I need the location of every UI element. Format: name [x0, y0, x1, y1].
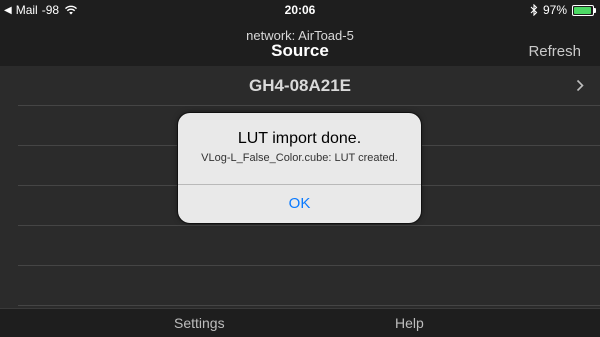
- device-label: GH4-08A21E: [248, 76, 352, 95]
- refresh-button[interactable]: Refresh: [528, 43, 581, 60]
- tab-help[interactable]: Help: [395, 315, 424, 331]
- battery-percent: 97%: [542, 3, 567, 17]
- list-item-device[interactable]: GH4-08A21E: [0, 66, 600, 106]
- status-right: 97%: [530, 3, 596, 17]
- page-title: Source: [271, 41, 329, 60]
- list-item-empty: [0, 266, 600, 306]
- status-bar: ◀ Mail -98 20:06 97%: [0, 0, 600, 20]
- bluetooth-icon: [530, 4, 538, 16]
- ok-button[interactable]: OK: [178, 185, 421, 223]
- nav-bar: network: AirToad-5 Source Refresh: [0, 20, 600, 66]
- status-time: 20:06: [284, 3, 316, 17]
- row-divider: [18, 305, 600, 306]
- chevron-right-icon: [576, 79, 584, 92]
- alert-dialog: LUT import done. VLog-L_False_Color.cube…: [178, 113, 421, 223]
- battery-icon: [572, 4, 596, 16]
- alert-title: LUT import done.: [237, 130, 362, 147]
- alert-message: VLog-L_False_Color.cube: LUT created.: [201, 152, 398, 164]
- tab-bar: Settings Help: [0, 308, 600, 337]
- list-item-empty: [0, 226, 600, 266]
- battery-fill: [574, 6, 592, 14]
- tab-settings[interactable]: Settings: [174, 315, 225, 331]
